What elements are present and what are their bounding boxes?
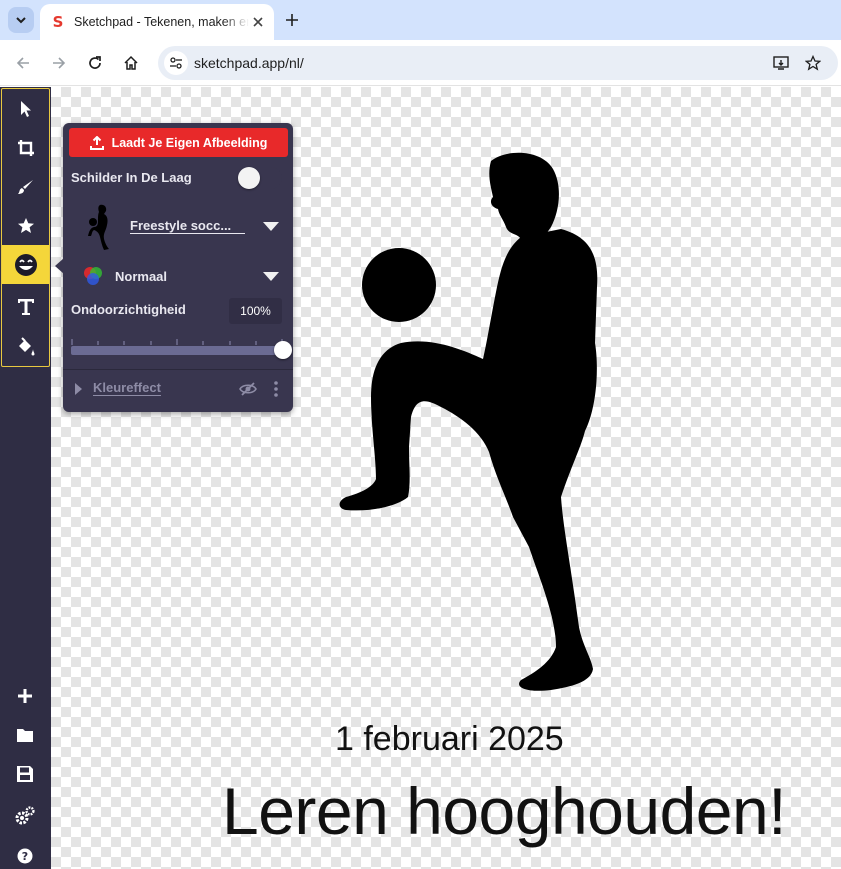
expand-arrow-icon[interactable] bbox=[75, 383, 82, 395]
help-icon: ? bbox=[17, 848, 33, 864]
crop-tool[interactable] bbox=[2, 128, 49, 167]
folder-icon bbox=[17, 729, 33, 742]
chevron-down-icon bbox=[16, 17, 26, 24]
upload-icon bbox=[89, 135, 104, 150]
emoji-tool[interactable] bbox=[2, 245, 49, 284]
add-icon bbox=[18, 689, 32, 703]
address-bar[interactable]: sketchpad.app/nl/ bbox=[158, 46, 838, 80]
select-tool[interactable] bbox=[2, 89, 49, 128]
browser-toolbar: sketchpad.app/nl/ bbox=[0, 40, 841, 86]
settings-icon bbox=[15, 806, 35, 825]
crop-icon bbox=[17, 139, 34, 156]
opacity-label: Ondoorzichtigheid bbox=[71, 302, 186, 317]
settings-button[interactable] bbox=[4, 801, 46, 831]
close-icon bbox=[253, 17, 263, 27]
site-info-button[interactable] bbox=[164, 51, 188, 75]
close-tab-button[interactable] bbox=[250, 14, 266, 30]
opacity-input[interactable]: 100% bbox=[229, 298, 282, 324]
home-button[interactable] bbox=[120, 52, 142, 74]
tab-title: Sketchpad - Tekenen, maken en delen! bbox=[74, 15, 249, 29]
open-button[interactable] bbox=[4, 720, 46, 750]
opacity-slider-handle[interactable] bbox=[274, 341, 292, 359]
tab-search-button[interactable] bbox=[8, 7, 34, 33]
emoji-icon bbox=[14, 253, 37, 276]
new-button[interactable] bbox=[4, 681, 46, 711]
panel-pointer bbox=[55, 258, 64, 274]
color-effect-label[interactable]: Kleureffect bbox=[93, 380, 161, 396]
layer-properties-panel: Laadt Je Eigen Afbeelding Schilder In De… bbox=[63, 123, 293, 412]
install-app-button[interactable] bbox=[772, 54, 790, 72]
bookmark-button[interactable] bbox=[804, 54, 822, 72]
star-outline-icon bbox=[805, 55, 821, 71]
forward-button[interactable] bbox=[48, 52, 70, 74]
save-button[interactable] bbox=[4, 759, 46, 789]
reload-icon bbox=[89, 56, 101, 69]
stamp-tool[interactable] bbox=[2, 206, 49, 245]
blend-mode-icon bbox=[84, 267, 102, 285]
text-tool[interactable] bbox=[2, 287, 49, 326]
tune-icon bbox=[170, 57, 182, 69]
fill-tool[interactable] bbox=[2, 327, 49, 366]
canvas-title-text[interactable]: Leren hooghouden! bbox=[222, 773, 787, 849]
eye-off-icon[interactable] bbox=[239, 380, 257, 398]
toggle-knob bbox=[238, 167, 260, 189]
image-name-link[interactable]: Freestyle socc... bbox=[130, 218, 245, 234]
back-arrow-icon bbox=[16, 57, 29, 69]
canvas-date-text[interactable]: 1 februari 2025 bbox=[335, 720, 564, 759]
blend-mode-select[interactable]: Normaal bbox=[115, 269, 167, 284]
image-dropdown-caret-icon[interactable] bbox=[263, 222, 279, 231]
upload-label: Laadt Je Eigen Afbeelding bbox=[111, 135, 268, 150]
browser-tab-bar: S Sketchpad - Tekenen, maken en delen! bbox=[0, 0, 841, 40]
more-options-icon[interactable] bbox=[270, 380, 282, 398]
text-icon bbox=[17, 298, 34, 315]
sketchpad-favicon-icon: S bbox=[52, 13, 64, 31]
new-tab-button[interactable] bbox=[282, 10, 302, 30]
tool-sidebar: ? bbox=[0, 87, 51, 869]
url-text: sketchpad.app/nl/ bbox=[194, 55, 304, 71]
image-thumbnail[interactable] bbox=[85, 203, 113, 251]
svg-text:?: ? bbox=[22, 850, 28, 863]
paint-in-layer-label: Schilder In De Laag bbox=[71, 170, 192, 185]
back-button[interactable] bbox=[12, 52, 34, 74]
blend-mode-dropdown-caret-icon[interactable] bbox=[263, 272, 279, 281]
opacity-slider-ticks bbox=[71, 339, 283, 345]
save-icon bbox=[17, 766, 33, 782]
install-icon bbox=[773, 56, 789, 70]
brush-icon bbox=[17, 179, 33, 194]
color-effect-row[interactable]: Kleureffect bbox=[63, 370, 293, 412]
plus-icon bbox=[286, 14, 298, 26]
forward-arrow-icon bbox=[53, 57, 66, 69]
home-icon bbox=[124, 55, 138, 70]
paint-in-layer-toggle[interactable] bbox=[238, 167, 282, 189]
fill-icon bbox=[18, 336, 34, 355]
brush-tool[interactable] bbox=[2, 167, 49, 206]
help-button[interactable]: ? bbox=[4, 841, 46, 869]
upload-image-button[interactable]: Laadt Je Eigen Afbeelding bbox=[69, 128, 288, 157]
reload-button[interactable] bbox=[84, 52, 106, 74]
browser-tab[interactable]: S Sketchpad - Tekenen, maken en delen! bbox=[40, 4, 274, 40]
tools-group bbox=[1, 88, 50, 367]
select-icon bbox=[20, 100, 31, 117]
opacity-slider-track[interactable] bbox=[71, 346, 283, 355]
star-icon bbox=[17, 217, 34, 233]
